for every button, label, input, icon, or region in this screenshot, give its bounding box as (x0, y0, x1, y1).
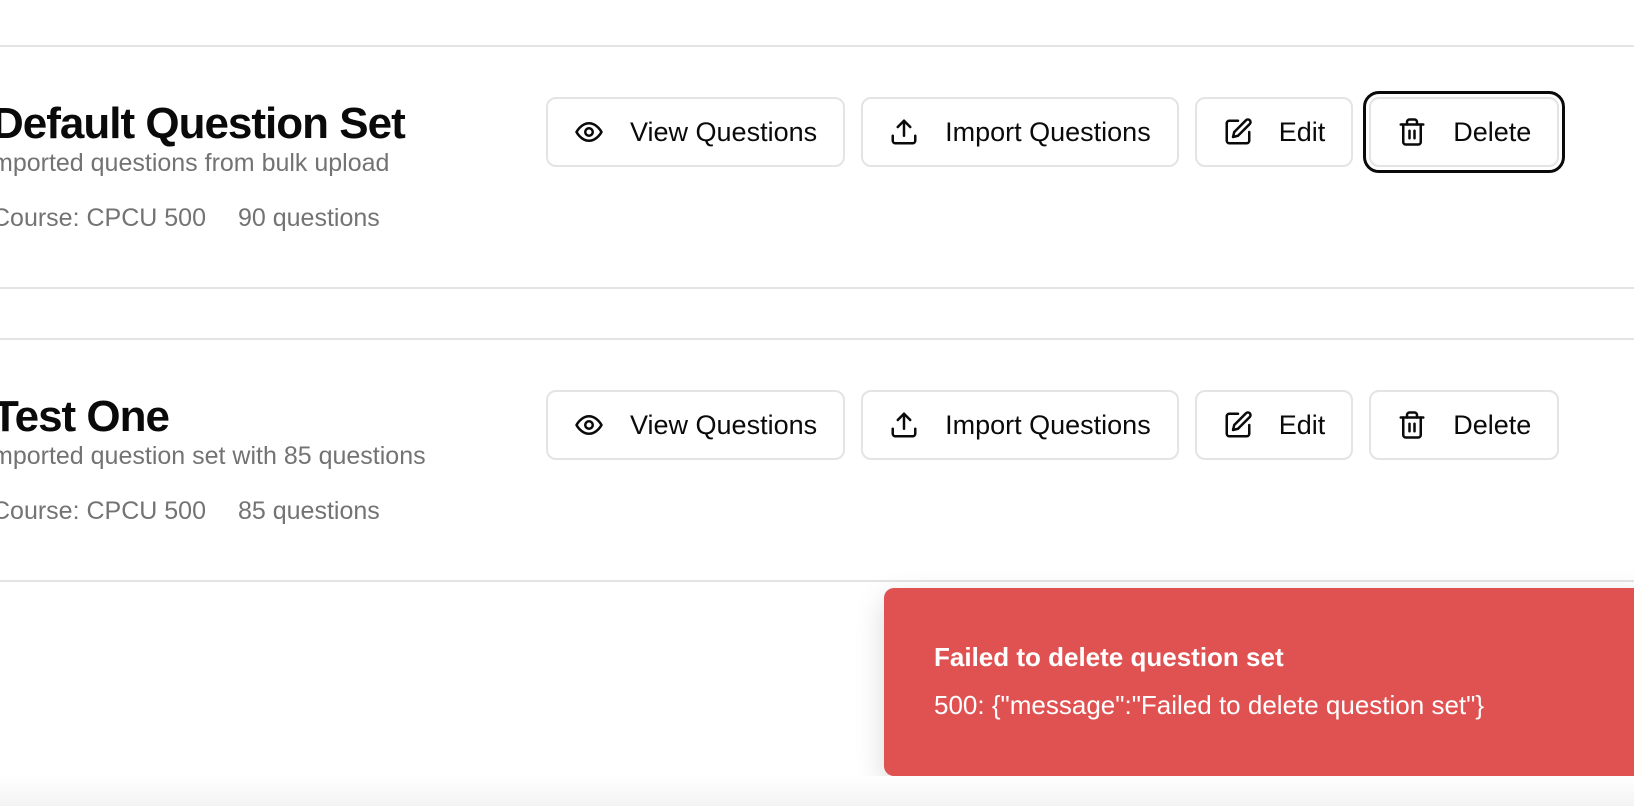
question-set-title: Test One (0, 392, 170, 441)
course-label: Course: CPCU 500 (0, 497, 206, 525)
toast-description: 500: {"message":"Failed to delete questi… (934, 690, 1485, 720)
import-questions-label: Import Questions (945, 116, 1151, 147)
question-set-meta: Course: CPCU 500 85 questions (0, 497, 380, 526)
question-set-meta: Course: CPCU 500 90 questions (0, 204, 380, 233)
question-set-card: Test One mported question set with 85 qu… (0, 338, 1634, 582)
edit-button[interactable]: Edit (1194, 390, 1354, 460)
import-questions-button[interactable]: Import Questions (861, 390, 1179, 460)
question-set-actions: View Questions Import Questions Edit Del… (546, 390, 1560, 460)
question-set-title: Default Question Set (0, 99, 406, 148)
import-questions-label: Import Questions (945, 409, 1151, 440)
view-questions-button[interactable]: View Questions (546, 97, 846, 167)
edit-label: Edit (1278, 116, 1326, 147)
page: Default Question Set mported questions f… (0, 0, 1634, 806)
bottom-shadow (0, 776, 1634, 806)
upload-icon (891, 119, 917, 145)
course-label: Course: CPCU 500 (0, 204, 206, 232)
error-toast[interactable]: Failed to delete question set 500: {"mes… (884, 588, 1634, 776)
question-count: 90 questions (237, 204, 380, 232)
eye-icon (575, 415, 603, 435)
question-set-description: mported question set with 85 questions (0, 442, 426, 470)
trash-icon (1399, 411, 1425, 439)
edit-icon (1225, 118, 1252, 145)
delete-label: Delete (1453, 409, 1532, 440)
view-questions-label: View Questions (630, 409, 818, 440)
view-questions-button[interactable]: View Questions (546, 390, 846, 460)
delete-button[interactable]: Delete (1369, 390, 1560, 460)
question-count: 85 questions (237, 497, 380, 525)
delete-button[interactable]: Delete (1363, 91, 1566, 173)
edit-label: Edit (1278, 409, 1326, 440)
view-questions-label: View Questions (630, 116, 818, 147)
import-questions-button[interactable]: Import Questions (861, 97, 1179, 167)
upload-icon (891, 412, 917, 438)
trash-icon (1399, 118, 1425, 146)
question-set-actions: View Questions Import Questions Edit Del… (546, 91, 1566, 173)
question-set-card: Default Question Set mported questions f… (0, 45, 1634, 289)
question-set-description: mported questions from bulk upload (0, 149, 390, 177)
edit-button[interactable]: Edit (1194, 97, 1354, 167)
toast-title: Failed to delete question set (934, 642, 1284, 672)
edit-icon (1225, 411, 1252, 438)
eye-icon (575, 122, 603, 142)
delete-label: Delete (1453, 116, 1532, 147)
